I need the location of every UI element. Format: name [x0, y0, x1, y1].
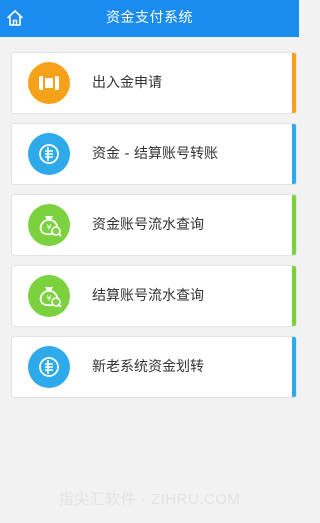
accent-bar [292, 195, 296, 255]
watermark: 指尖汇软件 · ZIHRU.COM [58, 491, 241, 508]
money-bag-search-icon: ¥ [39, 216, 62, 237]
menu-item-fund-account-statement-query[interactable]: ¥ 资金账号流水查询 [11, 194, 297, 256]
accent-bar [292, 53, 296, 113]
icon-circle: ¥ [28, 275, 70, 317]
menu-item-label: 出入金申请 [92, 75, 162, 91]
icon-circle: ¥ [28, 204, 70, 246]
icon-circle [28, 133, 70, 175]
menu-item-label: 资金 - 结算账号转账 [92, 146, 218, 162]
accent-bar [292, 266, 296, 326]
svg-text:¥: ¥ [46, 223, 51, 232]
transfer-icon [39, 144, 59, 164]
menu-item-label: 结算账号流水查询 [92, 288, 204, 304]
accent-bar [292, 337, 296, 397]
menu-item-fund-settlement-transfer[interactable]: 资金 - 结算账号转账 [11, 123, 297, 185]
card-icon [39, 76, 59, 90]
page-title: 资金支付系统 [106, 10, 193, 26]
accent-bar [292, 124, 296, 184]
svg-text:¥: ¥ [46, 294, 51, 303]
menu-item-old-new-system-fund-transfer[interactable]: 新老系统资金划转 [11, 336, 297, 398]
transfer-icon [39, 357, 59, 377]
menu-item-label: 资金账号流水查询 [92, 217, 204, 233]
menu-item-deposit-withdraw-application[interactable]: 出入金申请 [11, 52, 297, 114]
icon-circle [28, 346, 70, 388]
menu-list: 出入金申请 资金 - 结算账号转账 ¥ 资金账号流水查询 ¥ 结算账号流水查询 … [11, 52, 297, 407]
menu-item-label: 新老系统资金划转 [92, 359, 204, 375]
icon-circle [28, 62, 70, 104]
header-bar: 资金支付系统 [0, 0, 299, 37]
money-bag-search-icon: ¥ [39, 287, 62, 308]
menu-item-settlement-account-statement-query[interactable]: ¥ 结算账号流水查询 [11, 265, 297, 327]
